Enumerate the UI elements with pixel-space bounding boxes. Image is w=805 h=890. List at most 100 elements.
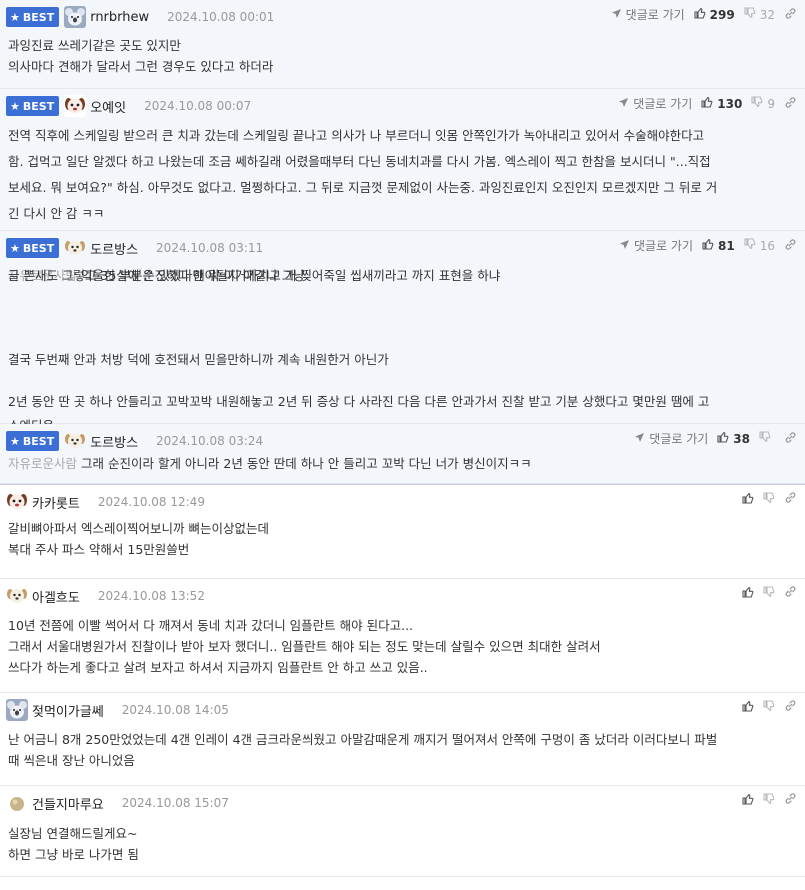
reply-target-mention[interactable]: 자유로운사람 <box>8 456 77 471</box>
comment-actions <box>742 792 797 808</box>
copy-link-button[interactable] <box>784 431 797 447</box>
avatar[interactable] <box>6 491 28 513</box>
go-to-reply-link[interactable]: 댓글로 가기 <box>611 6 685 23</box>
comment-line: 과잉진료 쓰레기같은 곳도 있지만 <box>8 35 181 56</box>
comment-actions <box>742 585 797 601</box>
comment-line: 함. 겁먹고 일단 알겠다 하고 나왔는데 조금 쎄하길래 어렸을때부터 다닌 … <box>8 151 711 172</box>
copy-link-button[interactable] <box>784 7 797 23</box>
avatar[interactable] <box>64 95 87 117</box>
comment-header: ★ BEST 도르방스 2024.10.08 03:24 <box>6 430 263 452</box>
comment-line: 긴 다시 안 감 ㅋㅋ <box>8 203 104 224</box>
comment-body: 갈비뼈아파서 엑스레이찍어보니까 뼈는이상없는데복대 주사 파스 약해서 15만… <box>8 518 795 579</box>
upvote-button[interactable] <box>742 492 754 507</box>
link-icon <box>784 238 797 254</box>
upvote-button[interactable]: 299 <box>694 7 735 22</box>
copy-link-button[interactable] <box>784 585 797 601</box>
reply-arrow-icon <box>634 432 645 446</box>
comment-line: 때 씩은내 장난 아니었음 <box>8 750 135 771</box>
comment-text: 그래서 서울대병원가서 진찰이나 받아 보자 했더니.. 임플란트 해야 되는 … <box>8 639 601 654</box>
upvote-button[interactable] <box>742 586 754 601</box>
nickname[interactable]: 도르방스 <box>90 239 138 258</box>
copy-link-button[interactable] <box>784 96 797 112</box>
downvote-button[interactable] <box>763 585 775 601</box>
copy-link-button[interactable] <box>784 792 797 808</box>
avatar[interactable] <box>64 6 87 28</box>
nickname[interactable]: 아겔흐도 <box>32 587 80 606</box>
thumbs-down-icon <box>763 491 775 507</box>
copy-link-button[interactable] <box>784 491 797 507</box>
comment-line: 결국 두번째 안과 처방 덕에 호전돼서 믿을만하니까 계속 내원한거 아닌가 <box>8 349 389 370</box>
upvote-count: 38 <box>733 431 750 446</box>
comment-text: 함. 겁먹고 일단 알겠다 하고 나왔는데 조금 쎄하길래 어렸을때부터 다닌 … <box>8 154 711 169</box>
thumbs-down-icon <box>763 699 775 715</box>
copy-link-button[interactable] <box>784 238 797 254</box>
comment: 건들지마루요 2024.10.08 15:07 실장님 연결해드릴게요~ 하면 그냥 … <box>0 786 805 877</box>
downvote-button[interactable]: 16 <box>744 238 775 253</box>
comment-line: 복대 주사 파스 약해서 15만원쓸번 <box>8 539 189 560</box>
comment-text: 의사마다 견해가 달라서 그런 경우도 있다고 하더라 <box>8 59 274 74</box>
comment-line: 10년 전쯤에 이빨 썩어서 다 깨져서 동네 치과 갔더니 임플란트 해야 된… <box>8 615 413 636</box>
comment-body: 자유로운사람 억울한 부분은 있겠다만 뭐 이거가지고 개 찢어죽일 씹새끼라고 … <box>8 265 795 433</box>
comment-list: ★ BEST rnrbrhew 2024.10.08 00:01 댓글로 가기 299 32… <box>0 0 805 877</box>
upvote-button[interactable] <box>742 793 754 808</box>
thumbs-down-icon <box>744 7 756 22</box>
comment: 젖먹이가글쎄 2024.10.08 14:05 난 어금니 8개 250만었었는데 … <box>0 693 805 786</box>
avatar[interactable] <box>6 792 28 814</box>
go-to-reply-link[interactable]: 댓글로 가기 <box>619 237 693 254</box>
go-to-reply-link[interactable]: 댓글로 가기 <box>618 95 692 112</box>
go-to-reply-link[interactable]: 댓글로 가기 <box>634 430 708 447</box>
comment-body: 난 어금니 8개 250만었었는데 4갠 인레이 4갠 금크라운씌웠고 아말감때… <box>8 729 795 786</box>
thumbs-up-icon <box>742 586 754 601</box>
link-icon <box>784 792 797 808</box>
thumbs-down-icon <box>744 238 756 253</box>
thumbs-up-icon <box>701 96 713 111</box>
comment-line: 쓰다가 하는게 좋다고 살려 보자고 하셔서 지금까지 임플란트 안 하고 쓰고… <box>8 657 428 678</box>
downvote-button[interactable] <box>759 431 775 446</box>
comment: 카카롯트 2024.10.08 12:49 갈비뼈아파서 엑스레이찍어보니까 뼈는이… <box>0 485 805 579</box>
comment-text: 과잉진료 쓰레기같은 곳도 있지만 <box>8 38 181 53</box>
avatar[interactable] <box>64 237 86 259</box>
comment-line: 전역 직후에 스케일링 받으러 큰 치과 갔는데 스케일링 끝나고 의사가 나 … <box>8 125 704 146</box>
nickname[interactable]: 카카롯트 <box>32 493 80 512</box>
comment-actions: 댓글로 가기 38 <box>634 430 797 447</box>
thumbs-down-icon <box>751 96 763 111</box>
nickname[interactable]: rnrbrhew <box>90 10 149 25</box>
thumbs-up-icon <box>717 431 729 446</box>
downvote-button[interactable] <box>763 792 775 808</box>
comment-text: 난 어금니 8개 250만었었는데 4갠 인레이 4갠 금크라운씌웠고 아말감때… <box>8 732 718 747</box>
upvote-button[interactable]: 130 <box>701 96 742 111</box>
best-comment: ★ BEST rnrbrhew 2024.10.08 00:01 댓글로 가기 299 32… <box>0 0 805 89</box>
best-badge-label: BEST <box>22 434 55 448</box>
nickname[interactable]: 도르방스 <box>90 432 138 451</box>
best-comment: ★ BEST 도르방스 2024.10.08 03:11 댓글로 가기 81 16 자유로운사… <box>0 231 805 433</box>
downvote-button[interactable]: 9 <box>751 96 775 111</box>
nickname[interactable]: 젖먹이가글쎄 <box>32 701 104 720</box>
avatar[interactable] <box>6 699 28 721</box>
downvote-button[interactable]: 32 <box>744 7 775 22</box>
thumbs-up-icon <box>694 7 706 22</box>
comment-date: 2024.10.08 14:05 <box>121 703 229 717</box>
reply-arrow-icon <box>611 8 622 22</box>
reply-arrow-icon <box>619 239 630 253</box>
best-badge-label: BEST <box>22 241 55 255</box>
downvote-button[interactable] <box>763 491 775 507</box>
comment-line: 2년 동안 딴 곳 하나 안들리고 꼬박꼬박 내원해놓고 2년 뒤 증상 다 사… <box>8 391 709 412</box>
comment-text: 갈비뼈아파서 엑스레이찍어보니까 뼈는이상없는데 <box>8 521 269 536</box>
link-icon <box>784 7 797 23</box>
comment-line: 하면 그냥 바로 나가면 됨 <box>8 844 139 865</box>
best-comment: ★ BEST 도르방스 2024.10.08 03:24 댓글로 가기 38 자유로운사람 그… <box>0 424 805 484</box>
downvote-button[interactable] <box>763 699 775 715</box>
star-icon: ★ <box>10 10 20 24</box>
copy-link-button[interactable] <box>784 699 797 715</box>
nickname[interactable]: 건들지마루요 <box>32 794 104 813</box>
go-to-reply-label: 댓글로 가기 <box>625 8 685 22</box>
comment-text: 그래 순진이라 할게 아니라 2년 동안 딴데 하나 안 들리고 꼬박 다닌 너… <box>81 456 532 471</box>
upvote-button[interactable] <box>742 700 754 715</box>
avatar[interactable] <box>64 430 86 452</box>
nickname[interactable]: 오예잇 <box>90 97 126 116</box>
avatar[interactable] <box>6 585 28 607</box>
reply-arrow-icon <box>618 97 629 111</box>
upvote-button[interactable]: 81 <box>702 238 735 253</box>
star-icon: ★ <box>10 241 20 255</box>
upvote-button[interactable]: 38 <box>717 431 750 446</box>
